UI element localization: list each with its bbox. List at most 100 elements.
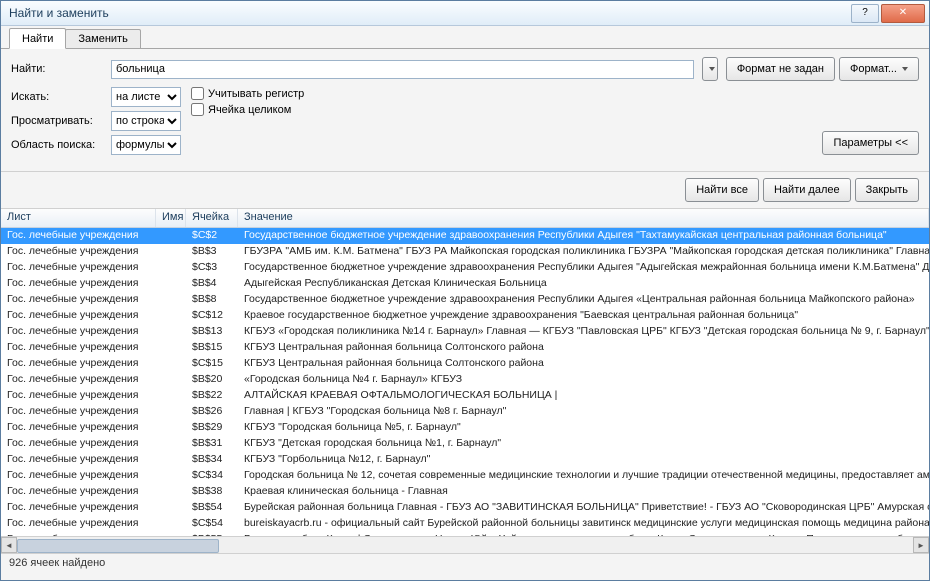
tab-strip: Найти Заменить: [1, 26, 929, 49]
grid-header: Лист Имя Ячейка Значение: [1, 209, 929, 228]
cell-sheet: Гос. лечебные учреждения: [1, 260, 156, 276]
table-row[interactable]: Гос. лечебные учреждения$B$26Главная | К…: [1, 404, 929, 420]
cell-name: [156, 388, 186, 404]
scroll-thumb[interactable]: [17, 539, 219, 553]
col-cell[interactable]: Ячейка: [186, 209, 238, 227]
find-next-button[interactable]: Найти далее: [763, 178, 851, 202]
wholecell-label: Ячейка целиком: [208, 104, 291, 116]
cell-value: КГБУЗ "Детская городская больница №1, г.…: [238, 436, 929, 452]
cell-value: Государственное бюджетное учреждение здр…: [238, 228, 929, 244]
scroll-left-arrow[interactable]: ◄: [1, 537, 17, 553]
close-window-button[interactable]: ✕: [881, 4, 925, 23]
table-row[interactable]: Гос. лечебные учреждения$B$22АЛТАЙСКАЯ К…: [1, 388, 929, 404]
col-value[interactable]: Значение: [238, 209, 929, 227]
cell-name: [156, 292, 186, 308]
cell-name: [156, 372, 186, 388]
table-row[interactable]: Гос. лечебные учреждения$B$38Краевая кли…: [1, 484, 929, 500]
cell-sheet: Гос. лечебные учреждения: [1, 308, 156, 324]
cell-value: Адыгейская Республиканская Детская Клини…: [238, 276, 929, 292]
cell-sheet: Гос. лечебные учреждения: [1, 484, 156, 500]
command-bar: Найти все Найти далее Закрыть: [1, 172, 929, 209]
cell-sheet: Гос. лечебные учреждения: [1, 340, 156, 356]
cell-sheet: Гос. лечебные учреждения: [1, 388, 156, 404]
col-sheet[interactable]: Лист: [1, 209, 156, 227]
cell-sheet: Гос. лечебные учреждения: [1, 372, 156, 388]
table-row[interactable]: Гос. лечебные учреждения$C$3Государствен…: [1, 260, 929, 276]
cell-value: «Городская больница №4 г. Барнаул» КГБУЗ: [238, 372, 929, 388]
cell-sheet: Гос. лечебные учреждения: [1, 436, 156, 452]
horizontal-scrollbar[interactable]: ◄ ►: [1, 536, 929, 553]
titlebar: Найти и заменить ? ✕: [1, 1, 929, 26]
cell-value: КГБУЗ "Горбольница №12, г. Барнаул": [238, 452, 929, 468]
cell-name: [156, 356, 186, 372]
table-row[interactable]: Гос. лечебные учреждения $C$15КГБУЗ Центр…: [1, 356, 929, 372]
table-row[interactable]: Гос. лечебные учреждения$B$15КГБУЗ Центр…: [1, 340, 929, 356]
scroll-right-arrow[interactable]: ►: [913, 537, 929, 553]
cell-cell: $B$13: [186, 324, 238, 340]
cell-cell: $C$12: [186, 308, 238, 324]
cell-sheet: Гос. лечебные учреждения: [1, 276, 156, 292]
cell-cell: $B$31: [186, 436, 238, 452]
window-title: Найти и заменить: [5, 6, 849, 20]
table-row[interactable]: Гос. лечебные учреждения $B$34КГБУЗ "Горб…: [1, 452, 929, 468]
cell-name: [156, 276, 186, 292]
table-row[interactable]: Гос. лечебные учреждения$B$3ГБУЗРА "АМБ …: [1, 244, 929, 260]
table-row[interactable]: Гос. лечебные учреждения$B$20«Городская …: [1, 372, 929, 388]
format-not-set-button[interactable]: Формат не задан: [726, 57, 835, 81]
cell-sheet: Гос. лечебные учреждения: [1, 404, 156, 420]
table-row[interactable]: Гос. лечебные учреждения$C$2Государствен…: [1, 228, 929, 244]
results-grid: Лист Имя Ячейка Значение Гос. лечебные у…: [1, 209, 929, 553]
cell-name: [156, 340, 186, 356]
case-checkbox[interactable]: [191, 87, 204, 100]
find-history-dropdown[interactable]: [702, 57, 718, 81]
help-button[interactable]: ?: [851, 4, 879, 23]
cell-sheet: Гос. лечебные учреждения: [1, 500, 156, 516]
cell-name: [156, 468, 186, 484]
cell-name: [156, 404, 186, 420]
table-row[interactable]: Гос. лечебные учреждения$B$13КГБУЗ «Горо…: [1, 324, 929, 340]
wholecell-checkbox-wrap[interactable]: Ячейка целиком: [191, 103, 304, 116]
cell-cell: $B$34: [186, 452, 238, 468]
case-checkbox-wrap[interactable]: Учитывать регистр: [191, 87, 304, 100]
find-all-button[interactable]: Найти все: [685, 178, 759, 202]
cell-cell: $B$22: [186, 388, 238, 404]
cell-value: КГБУЗ Центральная районная больница Солт…: [238, 356, 929, 372]
find-input[interactable]: [111, 60, 694, 79]
format-button[interactable]: Формат...: [839, 57, 919, 81]
tab-find[interactable]: Найти: [9, 28, 66, 49]
table-row[interactable]: Гос. лечебные учреждения $C$12Краевое гос…: [1, 308, 929, 324]
cell-sheet: Гос. лечебные учреждения: [1, 452, 156, 468]
cell-value: bureiskayacrb.ru - официальный сайт Буре…: [238, 516, 929, 532]
table-row[interactable]: Гос. лечебные учреждения$B$29КГБУЗ "Горо…: [1, 420, 929, 436]
options-button[interactable]: Параметры <<: [822, 131, 919, 155]
cell-name: [156, 500, 186, 516]
view-combo[interactable]: по строкам: [111, 111, 181, 131]
search-in-combo[interactable]: на листе: [111, 87, 181, 107]
col-name[interactable]: Имя: [156, 209, 186, 227]
cell-name: [156, 308, 186, 324]
table-row[interactable]: Гос. лечебные учреждения$B$8Государствен…: [1, 292, 929, 308]
cell-value: Краевое государственное бюджетное учрежд…: [238, 308, 929, 324]
cell-sheet: Гос. лечебные учреждения: [1, 244, 156, 260]
cell-cell: $B$4: [186, 276, 238, 292]
cell-sheet: Гос. лечебные учреждения: [1, 356, 156, 372]
close-button[interactable]: Закрыть: [855, 178, 919, 202]
table-row[interactable]: Гос. лечебные учреждения$C$54bureiskayac…: [1, 516, 929, 532]
label-view: Просматривать:: [11, 115, 111, 127]
label-scope: Область поиска:: [11, 139, 111, 151]
cell-value: Городская больница № 12, сочетая совреме…: [238, 468, 929, 484]
dialog-find-replace: Найти и заменить ? ✕ Найти Заменить Найт…: [0, 0, 930, 581]
table-row[interactable]: Гос. лечебные учреждения$B$54Бурейская р…: [1, 500, 929, 516]
grid-body[interactable]: Гос. лечебные учреждения$C$2Государствен…: [1, 228, 929, 536]
scope-combo[interactable]: формулы: [111, 135, 181, 155]
table-row[interactable]: Гос. лечебные учреждения $B$31КГБУЗ "Детс…: [1, 436, 929, 452]
table-row[interactable]: Гос. лечебные учреждения $B$4Адыгейская Р…: [1, 276, 929, 292]
label-find: Найти:: [11, 63, 111, 75]
tab-replace[interactable]: Заменить: [65, 29, 140, 48]
cell-cell: $C$15: [186, 356, 238, 372]
help-icon: ?: [862, 8, 868, 18]
cell-value: Государственное бюджетное учреждение здр…: [238, 260, 929, 276]
wholecell-checkbox[interactable]: [191, 103, 204, 116]
table-row[interactable]: Гос. лечебные учреждения$C$34Городская б…: [1, 468, 929, 484]
cell-value: Главная | КГБУЗ "Городская больница №8 г…: [238, 404, 929, 420]
